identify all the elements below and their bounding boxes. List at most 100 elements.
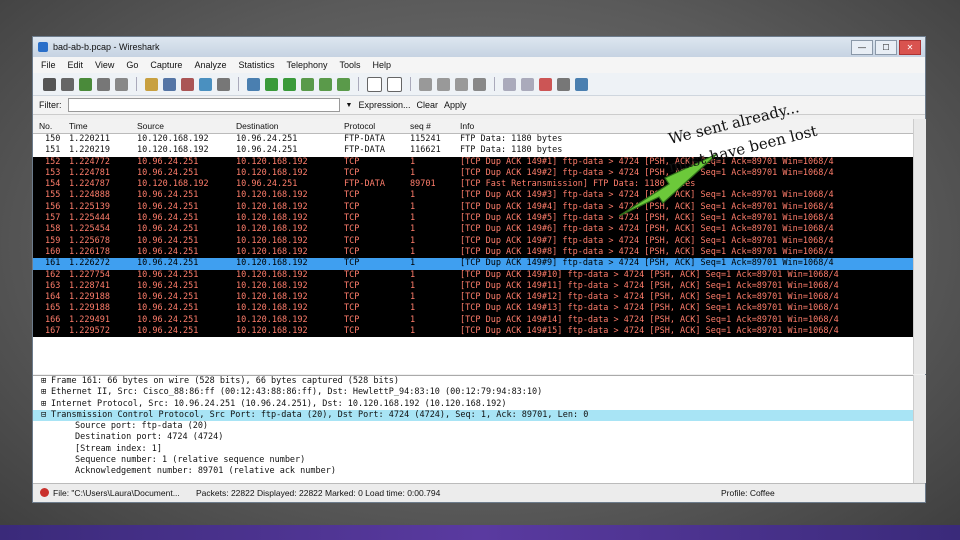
column-header-info[interactable]: Info xyxy=(460,121,474,131)
go-forward-icon[interactable] xyxy=(283,77,296,91)
preferences-icon[interactable] xyxy=(557,77,570,91)
options-icon[interactable] xyxy=(61,77,74,91)
menu-tools[interactable]: Tools xyxy=(340,60,361,70)
detail-tree-row[interactable]: Source port: ftp-data (20) xyxy=(33,421,913,432)
menu-analyze[interactable]: Analyze xyxy=(194,60,226,70)
packet-row[interactable]: 155 1.224888 10.96.24.251 10.120.168.192 TCP… xyxy=(33,190,913,202)
reload-icon[interactable] xyxy=(199,77,212,91)
packet-cell-src: 10.96.24.251 xyxy=(137,303,199,314)
detail-tree-row[interactable]: ⊞ Internet Protocol, Src: 10.96.24.251 (1… xyxy=(33,399,913,410)
packet-row[interactable]: 164 1.229188 10.96.24.251 10.120.168.192 TCP… xyxy=(33,292,913,304)
packet-row[interactable]: 160 1.226178 10.96.24.251 10.120.168.192 TCP… xyxy=(33,246,913,259)
detail-tree-row[interactable]: Sequence number: 1 (relative sequence nu… xyxy=(33,455,913,466)
packet-row[interactable]: 163 1.228741 10.96.24.251 10.120.168.192 TCP… xyxy=(33,280,913,293)
detail-tree-row[interactable]: [Stream index: 1] xyxy=(33,444,913,455)
column-header-source[interactable]: Source xyxy=(137,121,164,131)
go-to-packet-icon[interactable] xyxy=(301,77,314,91)
status-profile[interactable]: Profile: Coffee xyxy=(721,488,775,498)
packet-cell-seq: 1 xyxy=(410,213,416,224)
expert-info-icon[interactable] xyxy=(40,488,49,497)
open-file-icon[interactable] xyxy=(145,77,158,91)
minimize-button[interactable]: — xyxy=(851,40,873,55)
find-packet-icon[interactable] xyxy=(247,77,260,91)
packet-row[interactable]: 158 1.225454 10.96.24.251 10.120.168.192 TCP… xyxy=(33,224,913,236)
help-icon[interactable] xyxy=(575,77,588,91)
expression-button[interactable]: Expression... xyxy=(358,100,410,110)
detail-tree-row[interactable]: Acknowledgement number: 89701 (relative … xyxy=(33,466,913,477)
expand-toggle-icon[interactable]: ⊞ xyxy=(41,376,51,387)
expand-toggle-icon[interactable]: ⊟ xyxy=(41,410,51,421)
zoom-out-icon[interactable] xyxy=(437,77,450,91)
menu-go[interactable]: Go xyxy=(126,60,138,70)
packet-cell-dst: 10.120.168.192 xyxy=(236,292,308,303)
menu-statistics[interactable]: Statistics xyxy=(238,60,274,70)
packet-row[interactable]: 156 1.225139 10.96.24.251 10.120.168.192 TCP… xyxy=(33,201,913,214)
save-file-icon[interactable] xyxy=(163,77,176,91)
last-packet-icon[interactable] xyxy=(337,77,350,91)
print-icon[interactable] xyxy=(217,77,230,91)
expand-toggle-icon[interactable]: ⊞ xyxy=(41,399,51,410)
packet-cell-info: [TCP Dup ACK 149#7] ftp-data > 4724 [PSH… xyxy=(460,235,834,246)
colorize-icon[interactable] xyxy=(367,76,382,92)
packet-row[interactable]: 157 1.225444 10.96.24.251 10.120.168.192 TCP… xyxy=(33,213,913,225)
packet-row[interactable]: 154 1.224787 10.120.168.192 10.96.24.251 FTP… xyxy=(33,179,913,191)
detail-tree-row[interactable]: ⊞ Frame 161: 66 bytes on wire (528 bits),… xyxy=(33,376,913,387)
display-filters-icon[interactable] xyxy=(521,77,534,91)
interfaces-icon[interactable] xyxy=(43,77,56,91)
packet-cell-time: 1.229188 xyxy=(69,303,110,314)
menu-telephony[interactable]: Telephony xyxy=(286,60,327,70)
menu-file[interactable]: File xyxy=(41,60,56,70)
packet-cell-seq: 115241 xyxy=(410,134,441,144)
packet-row[interactable]: 153 1.224781 10.96.24.251 10.120.168.192 TCP… xyxy=(33,167,913,180)
stop-capture-icon[interactable] xyxy=(97,77,110,91)
packet-row[interactable]: 166 1.229491 10.96.24.251 10.120.168.192 TCP… xyxy=(33,314,913,327)
packet-cell-src: 10.96.24.251 xyxy=(137,280,199,291)
go-back-icon[interactable] xyxy=(265,77,278,91)
packet-row[interactable]: 165 1.229188 10.96.24.251 10.120.168.192 TCP… xyxy=(33,303,913,315)
details-vertical-scrollbar[interactable] xyxy=(913,375,926,483)
packet-row[interactable]: 167 1.229572 10.96.24.251 10.120.168.192 TCP… xyxy=(33,326,913,338)
menu-capture[interactable]: Capture xyxy=(150,60,182,70)
menu-help[interactable]: Help xyxy=(373,60,392,70)
clear-button[interactable]: Clear xyxy=(416,100,438,110)
capture-filters-icon[interactable] xyxy=(503,77,516,91)
close-button[interactable]: ✕ xyxy=(899,40,921,55)
resize-columns-icon[interactable] xyxy=(473,77,486,91)
column-header-no[interactable]: No. xyxy=(39,121,52,131)
first-packet-icon[interactable] xyxy=(319,77,332,91)
packet-row[interactable]: 152 1.224772 10.96.24.251 10.120.168.192 TCP… xyxy=(33,156,913,168)
packet-cell-dst: 10.120.168.192 xyxy=(236,224,308,235)
detail-tree-row[interactable]: Destination port: 4724 (4724) xyxy=(33,432,913,443)
packet-row[interactable]: 159 1.225678 10.96.24.251 10.120.168.192 TCP… xyxy=(33,235,913,247)
apply-button[interactable]: Apply xyxy=(444,100,467,110)
packet-cell-proto: TCP xyxy=(344,326,360,337)
auto-scroll-icon[interactable] xyxy=(387,76,402,92)
detail-tree-row[interactable]: ⊞ Ethernet II, Src: Cisco_88:86:ff (00:12… xyxy=(33,387,913,398)
start-capture-icon[interactable] xyxy=(79,77,92,91)
zoom-in-icon[interactable] xyxy=(419,77,432,91)
packet-cell-info: [TCP Dup ACK 149#15] ftp-data > 4724 [PS… xyxy=(460,326,839,337)
column-header-seq[interactable]: seq # xyxy=(410,121,431,131)
packet-cell-proto: TCP xyxy=(344,314,360,325)
column-header-time[interactable]: Time xyxy=(69,121,88,131)
column-header-protocol[interactable]: Protocol xyxy=(344,121,375,131)
packet-list-vertical-scrollbar[interactable] xyxy=(913,119,926,374)
filter-input[interactable] xyxy=(67,98,340,112)
close-file-icon[interactable] xyxy=(181,77,194,91)
coloring-rules-icon[interactable] xyxy=(539,77,552,91)
packet-row[interactable]: 151 1.220219 10.120.168.192 10.96.24.251 FTP… xyxy=(33,145,913,157)
normal-size-icon[interactable] xyxy=(455,77,468,91)
packet-cell-time: 1.220211 xyxy=(69,134,110,144)
packet-cell-proto: FTP-DATA xyxy=(344,145,385,156)
expand-toggle-icon[interactable]: ⊞ xyxy=(41,387,51,398)
packet-row[interactable]: 161 1.226272 10.96.24.251 10.120.168.192 TCP… xyxy=(33,258,913,270)
column-header-destination[interactable]: Destination xyxy=(236,121,279,131)
menu-edit[interactable]: Edit xyxy=(68,60,84,70)
restart-capture-icon[interactable] xyxy=(115,77,128,91)
detail-tree-row[interactable]: ⊟ Transmission Control Protocol, Src Port… xyxy=(33,409,913,422)
maximize-button[interactable]: ☐ xyxy=(875,40,897,55)
packet-row[interactable]: 162 1.227754 10.96.24.251 10.120.168.192 TCP… xyxy=(33,269,913,281)
filter-dropdown-icon[interactable]: ▼ xyxy=(346,102,353,109)
menu-view[interactable]: View xyxy=(95,60,114,70)
packet-row[interactable]: 150 1.220211 10.120.168.192 10.96.24.251 FTP… xyxy=(33,134,913,146)
